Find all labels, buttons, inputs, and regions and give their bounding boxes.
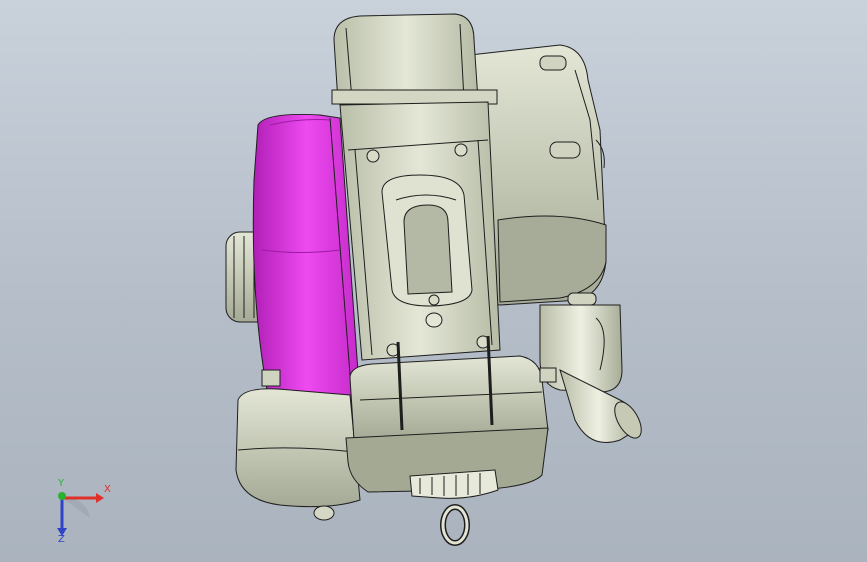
oil-filler-cap[interactable] bbox=[409, 469, 499, 546]
engine-3d-model[interactable] bbox=[0, 0, 867, 562]
y-axis-label: Y bbox=[58, 478, 65, 489]
oil-sump[interactable] bbox=[345, 335, 557, 493]
axis-triad: X Y Z bbox=[40, 478, 120, 548]
z-axis-label: Z bbox=[58, 534, 65, 545]
cylinder-head-cover[interactable] bbox=[331, 13, 498, 105]
x-axis-label: X bbox=[104, 484, 111, 495]
cad-viewport[interactable]: X Y Z bbox=[0, 0, 867, 562]
